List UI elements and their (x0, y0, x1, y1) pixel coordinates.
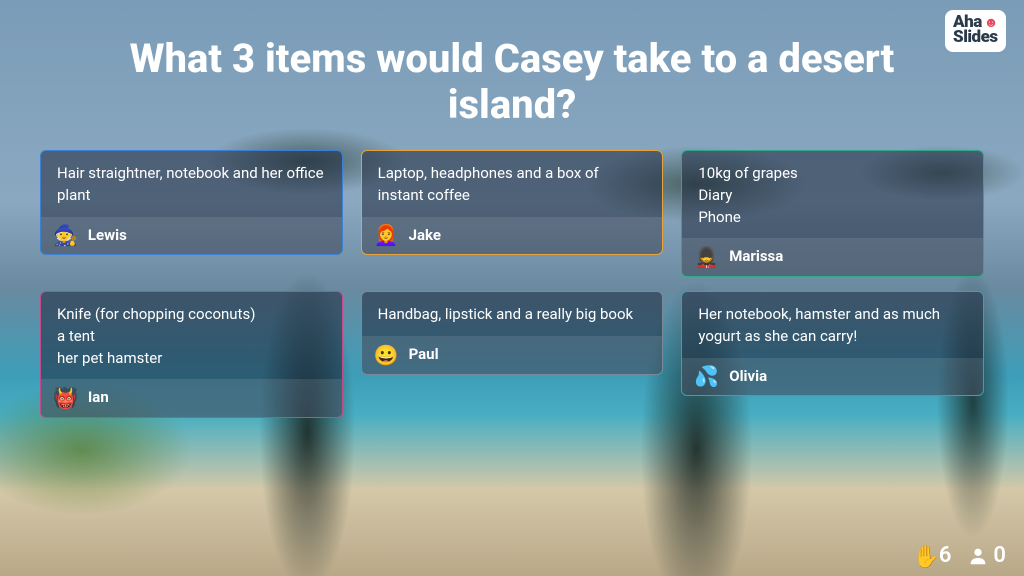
hands-count: 6 (939, 543, 952, 568)
hands-raised-count: ✋ 6 (913, 543, 952, 568)
author-name: Ian (88, 387, 109, 409)
participants-count: 0 (967, 543, 1006, 568)
author-name: Jake (409, 225, 441, 247)
answer-card[interactable]: Knife (for chopping coconuts) a tent her… (40, 291, 343, 418)
avatar-icon: 😀 (374, 345, 399, 365)
author-name: Paul (409, 344, 439, 366)
answer-text: 10kg of grapes Diary Phone (682, 151, 983, 238)
logo-bottom: Slides (953, 29, 998, 46)
author-name: Marissa (729, 246, 783, 268)
answer-card[interactable]: 10kg of grapes Diary Phone 💂 Marissa (681, 150, 984, 277)
answer-author-row: 😀 Paul (362, 336, 663, 374)
answer-author-row: 👩‍🦰 Jake (362, 217, 663, 255)
answer-author-row: 💦 Olivia (682, 358, 983, 396)
person-icon (967, 545, 989, 567)
answer-text: Laptop, headphones and a box of instant … (362, 151, 663, 217)
answer-text: Her notebook, hamster and as much yogurt… (682, 292, 983, 358)
participant-count: 0 (993, 543, 1006, 568)
answers-grid: Hair straightner, notebook and her offic… (40, 150, 984, 418)
avatar-icon: 👹 (53, 388, 78, 408)
avatar-icon: 👩‍🦰 (374, 225, 399, 245)
brand-logo: Aha☻ Slides (945, 10, 1006, 52)
answer-author-row: 🧙 Lewis (41, 217, 342, 255)
answer-text: Hair straightner, notebook and her offic… (41, 151, 342, 217)
answer-author-row: 💂 Marissa (682, 238, 983, 276)
avatar-icon: 💂 (694, 247, 719, 267)
avatar-icon: 💦 (694, 366, 719, 386)
answer-author-row: 👹 Ian (41, 379, 342, 417)
answer-text: Handbag, lipstick and a really big book (362, 292, 663, 336)
status-bar: ✋ 6 0 (913, 543, 1006, 568)
author-name: Olivia (729, 366, 767, 388)
question-title: What 3 items would Casey take to a deser… (102, 36, 922, 128)
author-name: Lewis (88, 225, 127, 247)
answer-card[interactable]: Laptop, headphones and a box of instant … (361, 150, 664, 255)
avatar-icon: 🧙 (53, 225, 78, 245)
answer-text: Knife (for chopping coconuts) a tent her… (41, 292, 342, 379)
answer-card[interactable]: Hair straightner, notebook and her offic… (40, 150, 343, 255)
hand-icon: ✋ (913, 545, 935, 567)
answer-card[interactable]: Her notebook, hamster and as much yogurt… (681, 291, 984, 396)
answer-card[interactable]: Handbag, lipstick and a really big book … (361, 291, 664, 375)
